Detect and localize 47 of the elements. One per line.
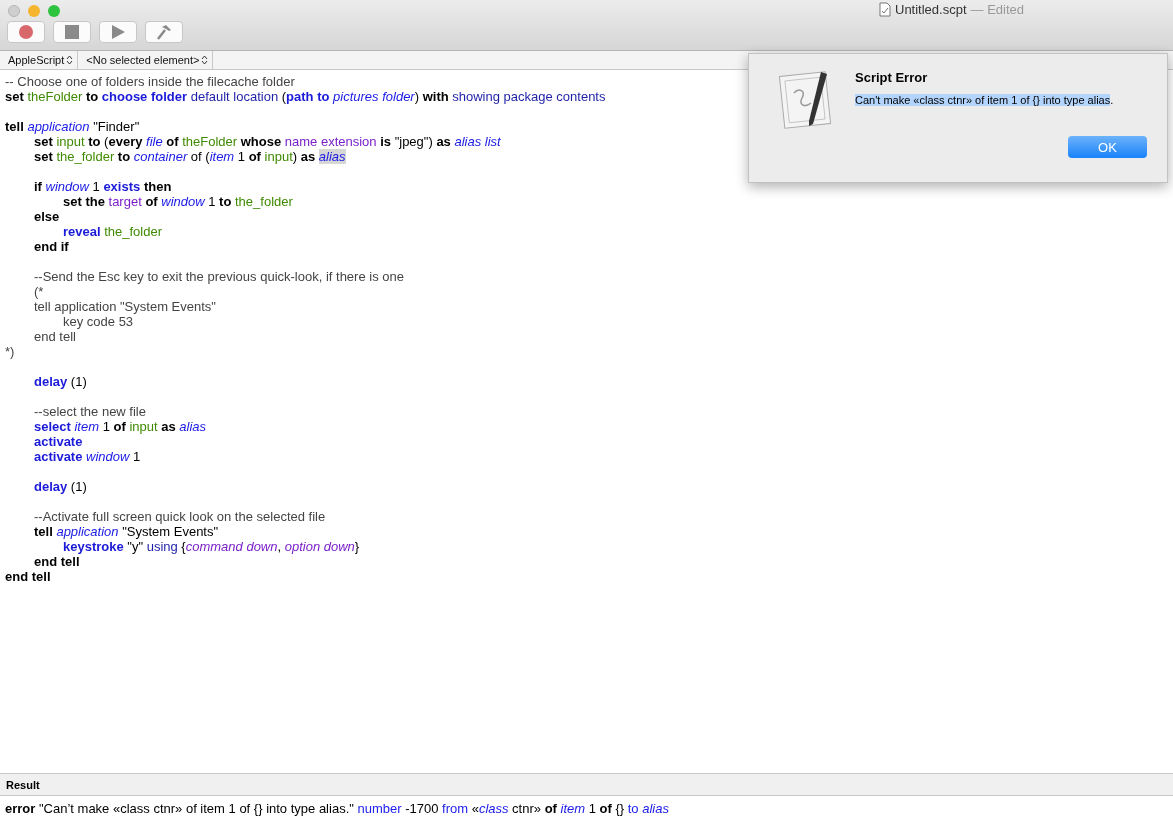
code-line: end tell bbox=[33, 554, 80, 569]
code-line: (* bbox=[33, 284, 44, 299]
code-line: set theFolder to choose folder default location (path to pictures folder) with showing package contents bbox=[5, 89, 606, 104]
code-line: -- Choose one of folders inside the filecache folder bbox=[5, 74, 295, 89]
code-line: keystroke "y" using {command down, option down} bbox=[62, 539, 360, 554]
code-line: *) bbox=[5, 344, 15, 359]
code-line: tell application "System Events" bbox=[33, 524, 219, 539]
code-line: set the target of window 1 to the_folder bbox=[62, 194, 293, 209]
code-line: reveal the_folder bbox=[62, 224, 163, 239]
code-line: end if bbox=[33, 239, 69, 254]
record-button[interactable] bbox=[7, 21, 45, 43]
result-text: error "Can’t make «class ctnr» of item 1 of {} into type alias." number -1700 from «class ctnr» of item 1 of {} to alias bbox=[4, 800, 670, 816]
code-line: select item 1 of input as alias bbox=[33, 419, 207, 434]
stop-button[interactable] bbox=[53, 21, 91, 43]
code-line: delay (1) bbox=[33, 374, 87, 389]
code-line: --select the new file bbox=[33, 404, 146, 419]
code-line: key code 53 bbox=[62, 314, 134, 329]
code-line: if window 1 exists then bbox=[33, 179, 172, 194]
code-line: set input to (every file of theFolder whose name extension is "jpeg") as alias list bbox=[33, 134, 501, 149]
run-button[interactable] bbox=[99, 21, 137, 43]
compile-button[interactable] bbox=[145, 21, 183, 43]
error-message: Can't make «class ctnr» of item 1 of {} into type alias. bbox=[855, 94, 1115, 106]
code-line: delay (1) bbox=[33, 479, 87, 494]
code-line: activate bbox=[33, 434, 83, 449]
code-line: tell application "System Events" bbox=[33, 299, 216, 314]
window-title: Untitled.scpt bbox=[895, 2, 967, 17]
code-line: --Activate full screen quick look on the selected file bbox=[33, 509, 326, 524]
code-line: end tell bbox=[33, 329, 76, 344]
record-icon bbox=[19, 25, 33, 39]
document-icon bbox=[879, 2, 891, 17]
navigation-popup[interactable]: AppleScript bbox=[0, 51, 79, 69]
edited-status: — Edited bbox=[970, 2, 1025, 17]
up-down-arrows-icon bbox=[66, 55, 74, 65]
play-icon bbox=[111, 25, 125, 39]
code-line: activate window 1 bbox=[33, 449, 141, 464]
code-line: tell application "Finder" bbox=[5, 119, 140, 134]
result-heading: Result bbox=[6, 778, 40, 791]
dialog-title: Script Error bbox=[855, 70, 929, 85]
navigation-popup[interactable]: <No selected element> bbox=[78, 51, 214, 69]
hammer-icon bbox=[156, 24, 172, 40]
code-line: --Send the Esc key to exit the previous quick-look, if there is one bbox=[33, 269, 404, 284]
code-line: else bbox=[33, 209, 60, 224]
up-down-arrows-icon bbox=[201, 55, 209, 65]
code-line: end tell bbox=[5, 569, 51, 584]
zoom-button[interactable] bbox=[48, 4, 60, 17]
stop-icon bbox=[65, 25, 79, 39]
code-line: set the_folder to container of (item 1 of input) as alias bbox=[33, 149, 346, 164]
